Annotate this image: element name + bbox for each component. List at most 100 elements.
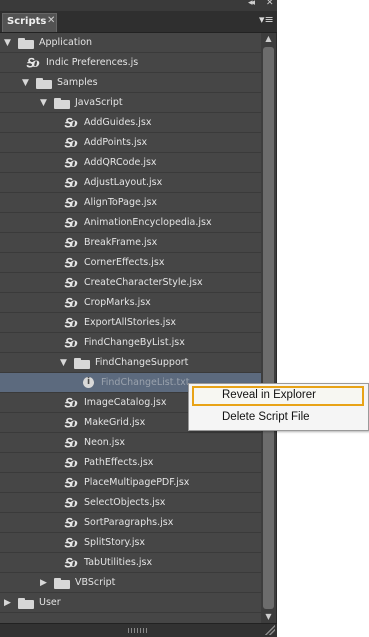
folder-icon bbox=[74, 358, 90, 369]
folder-icon bbox=[54, 98, 70, 109]
panel-bottom-bar bbox=[0, 623, 277, 637]
tree-item-label: Indic Preferences.js bbox=[46, 57, 139, 68]
scripts-panel: ◂◂ ✕ Scripts ✕ ▾≡ ▼ Application Ꭶo Indic Pr… bbox=[0, 0, 277, 637]
tree-file-row[interactable]: Ꭶo ExportAllStories.jsx bbox=[0, 313, 261, 333]
tree-file-row[interactable]: Ꭶo BreakFrame.jsx bbox=[0, 233, 261, 253]
script-icon: Ꭶo bbox=[64, 436, 78, 450]
resize-grip-icon[interactable] bbox=[128, 628, 148, 633]
tree-item-label: ImageCatalog.jsx bbox=[84, 397, 167, 408]
tree-file-row[interactable]: Ꭶo AddGuides.jsx bbox=[0, 113, 261, 133]
vertical-scrollbar[interactable]: ▲ ▼ bbox=[261, 33, 276, 623]
tree-item-label: SortParagraphs.jsx bbox=[84, 517, 174, 528]
tree-item-label: CornerEffects.jsx bbox=[84, 257, 165, 268]
tree-item-label: Neon.jsx bbox=[84, 437, 126, 448]
script-icon: Ꭶo bbox=[64, 556, 78, 570]
chevron-down-icon[interactable]: ▼ bbox=[60, 358, 70, 368]
close-panel-icon[interactable]: ✕ bbox=[266, 0, 273, 8]
tree-file-row[interactable]: Ꭶo AnimationEncyclopedia.jsx bbox=[0, 213, 261, 233]
tree-item-label: AlignToPage.jsx bbox=[84, 197, 158, 208]
tree-folder-row[interactable]: ▼ Samples bbox=[0, 73, 261, 93]
tree-file-row[interactable]: Ꭶo Indic Preferences.js bbox=[0, 53, 261, 73]
panel-tab-bar: Scripts ✕ ▾≡ bbox=[0, 11, 277, 33]
script-icon: Ꭶo bbox=[64, 536, 78, 550]
script-icon: Ꭶo bbox=[64, 296, 78, 310]
menu-item-reveal-in-explorer[interactable]: Reveal in Explorer bbox=[192, 386, 364, 406]
tree-folder-row[interactable]: ▼ Application bbox=[0, 33, 261, 53]
chevron-down-icon[interactable]: ▼ bbox=[4, 38, 14, 48]
scroll-up-arrow-icon[interactable]: ▲ bbox=[261, 33, 276, 45]
panel-top-strip: ◂◂ ✕ bbox=[0, 0, 277, 11]
tree-item-label: AnimationEncyclopedia.jsx bbox=[84, 217, 212, 228]
tree-file-row[interactable]: Ꭶo SortParagraphs.jsx bbox=[0, 513, 261, 533]
tree-item-label: FindChangeSupport bbox=[95, 357, 189, 368]
scrollbar-thumb[interactable] bbox=[263, 47, 274, 609]
tree-file-row[interactable]: Ꭶo CreateCharacterStyle.jsx bbox=[0, 273, 261, 293]
tree-file-row[interactable]: Ꭶo PlaceMultipagePDF.jsx bbox=[0, 473, 261, 493]
tree-item-label: PlaceMultipagePDF.jsx bbox=[84, 477, 190, 488]
script-icon: Ꭶo bbox=[64, 396, 78, 410]
menu-item-delete-script-file[interactable]: Delete Script File bbox=[192, 408, 364, 428]
tree-item-label: BreakFrame.jsx bbox=[84, 237, 158, 248]
script-icon: Ꭶo bbox=[64, 116, 78, 130]
script-icon: Ꭶo bbox=[64, 156, 78, 170]
script-icon: Ꭶo bbox=[64, 256, 78, 270]
tab-scripts[interactable]: Scripts ✕ bbox=[2, 13, 57, 32]
tree-file-row[interactable]: Ꭶo AdjustLayout.jsx bbox=[0, 173, 261, 193]
tree-item-label: Samples bbox=[57, 77, 98, 88]
chevron-right-icon[interactable]: ▶ bbox=[4, 598, 14, 608]
tree-item-label: SelectObjects.jsx bbox=[84, 497, 166, 508]
tree-item-label: JavaScript bbox=[75, 97, 123, 108]
chevron-down-icon[interactable]: ▼ bbox=[40, 98, 50, 108]
tree-item-label: CreateCharacterStyle.jsx bbox=[84, 277, 203, 288]
tree-file-row[interactable]: Ꭶo SelectObjects.jsx bbox=[0, 493, 261, 513]
tree-item-label: SplitStory.jsx bbox=[84, 537, 146, 548]
script-icon: Ꭶo bbox=[64, 336, 78, 350]
folder-icon bbox=[18, 598, 34, 609]
script-icon: Ꭶo bbox=[26, 56, 40, 70]
scroll-down-arrow-icon[interactable]: ▼ bbox=[261, 611, 276, 623]
double-chevron-left-icon[interactable]: ◂◂ bbox=[248, 0, 255, 8]
script-icon: Ꭶo bbox=[64, 476, 78, 490]
tree-file-row[interactable]: Ꭶo Neon.jsx bbox=[0, 433, 261, 453]
tree-file-row[interactable]: Ꭶo CropMarks.jsx bbox=[0, 293, 261, 313]
tree-folder-row[interactable]: ▶ VBScript bbox=[0, 573, 261, 593]
tree-folder-row[interactable]: ▼ FindChangeSupport bbox=[0, 353, 261, 373]
script-icon: Ꭶo bbox=[64, 516, 78, 530]
tree-item-label: MakeGrid.jsx bbox=[84, 417, 146, 428]
tree-item-label: AddPoints.jsx bbox=[84, 137, 148, 148]
panel-menu-icon[interactable]: ▾≡ bbox=[259, 14, 274, 25]
tree-file-row[interactable]: Ꭶo AddPoints.jsx bbox=[0, 133, 261, 153]
chevron-down-icon[interactable]: ▼ bbox=[22, 78, 32, 88]
script-icon: Ꭶo bbox=[64, 216, 78, 230]
info-icon: i bbox=[83, 377, 94, 388]
tree-folder-row[interactable]: ▶ User bbox=[0, 593, 261, 613]
script-icon: Ꭶo bbox=[64, 176, 78, 190]
context-menu: Reveal in Explorer Delete Script File bbox=[188, 383, 369, 431]
resize-corner-icon[interactable] bbox=[265, 625, 275, 635]
script-icon: Ꭶo bbox=[64, 276, 78, 290]
script-icon: Ꭶo bbox=[64, 236, 78, 250]
folder-icon bbox=[18, 38, 34, 49]
close-icon[interactable]: ✕ bbox=[47, 15, 55, 26]
tree-file-row[interactable]: Ꭶo AlignToPage.jsx bbox=[0, 193, 261, 213]
tree-item-label: AddGuides.jsx bbox=[84, 117, 152, 128]
tree-file-row[interactable]: Ꭶo TabUtilities.jsx bbox=[0, 553, 261, 573]
tree-file-row[interactable]: Ꭶo SplitStory.jsx bbox=[0, 533, 261, 553]
tree-folder-row[interactable]: ▼ JavaScript bbox=[0, 93, 261, 113]
tree-file-row[interactable]: Ꭶo CornerEffects.jsx bbox=[0, 253, 261, 273]
tree-file-row[interactable]: Ꭶo PathEffects.jsx bbox=[0, 453, 261, 473]
menu-item-label: Reveal in Explorer bbox=[222, 389, 316, 401]
tree-item-label: VBScript bbox=[75, 577, 116, 588]
tree-item-label: FindChangeByList.jsx bbox=[84, 337, 185, 348]
tree-item-label: Application bbox=[39, 37, 93, 48]
tree-file-row[interactable]: Ꭶo FindChangeByList.jsx bbox=[0, 333, 261, 353]
script-tree: ▼ Application Ꭶo Indic Preferences.js ▼ Sampl… bbox=[0, 33, 261, 623]
chevron-right-icon[interactable]: ▶ bbox=[40, 578, 50, 588]
tree-item-label: FindChangeList.txt bbox=[101, 377, 190, 388]
tree-item-label: PathEffects.jsx bbox=[84, 457, 154, 468]
tab-scripts-label: Scripts bbox=[7, 16, 47, 27]
menu-item-label: Delete Script File bbox=[222, 411, 310, 423]
tree-file-row[interactable]: Ꭶo AddQRCode.jsx bbox=[0, 153, 261, 173]
tree-item-label: AdjustLayout.jsx bbox=[84, 177, 163, 188]
script-icon: Ꭶo bbox=[64, 136, 78, 150]
